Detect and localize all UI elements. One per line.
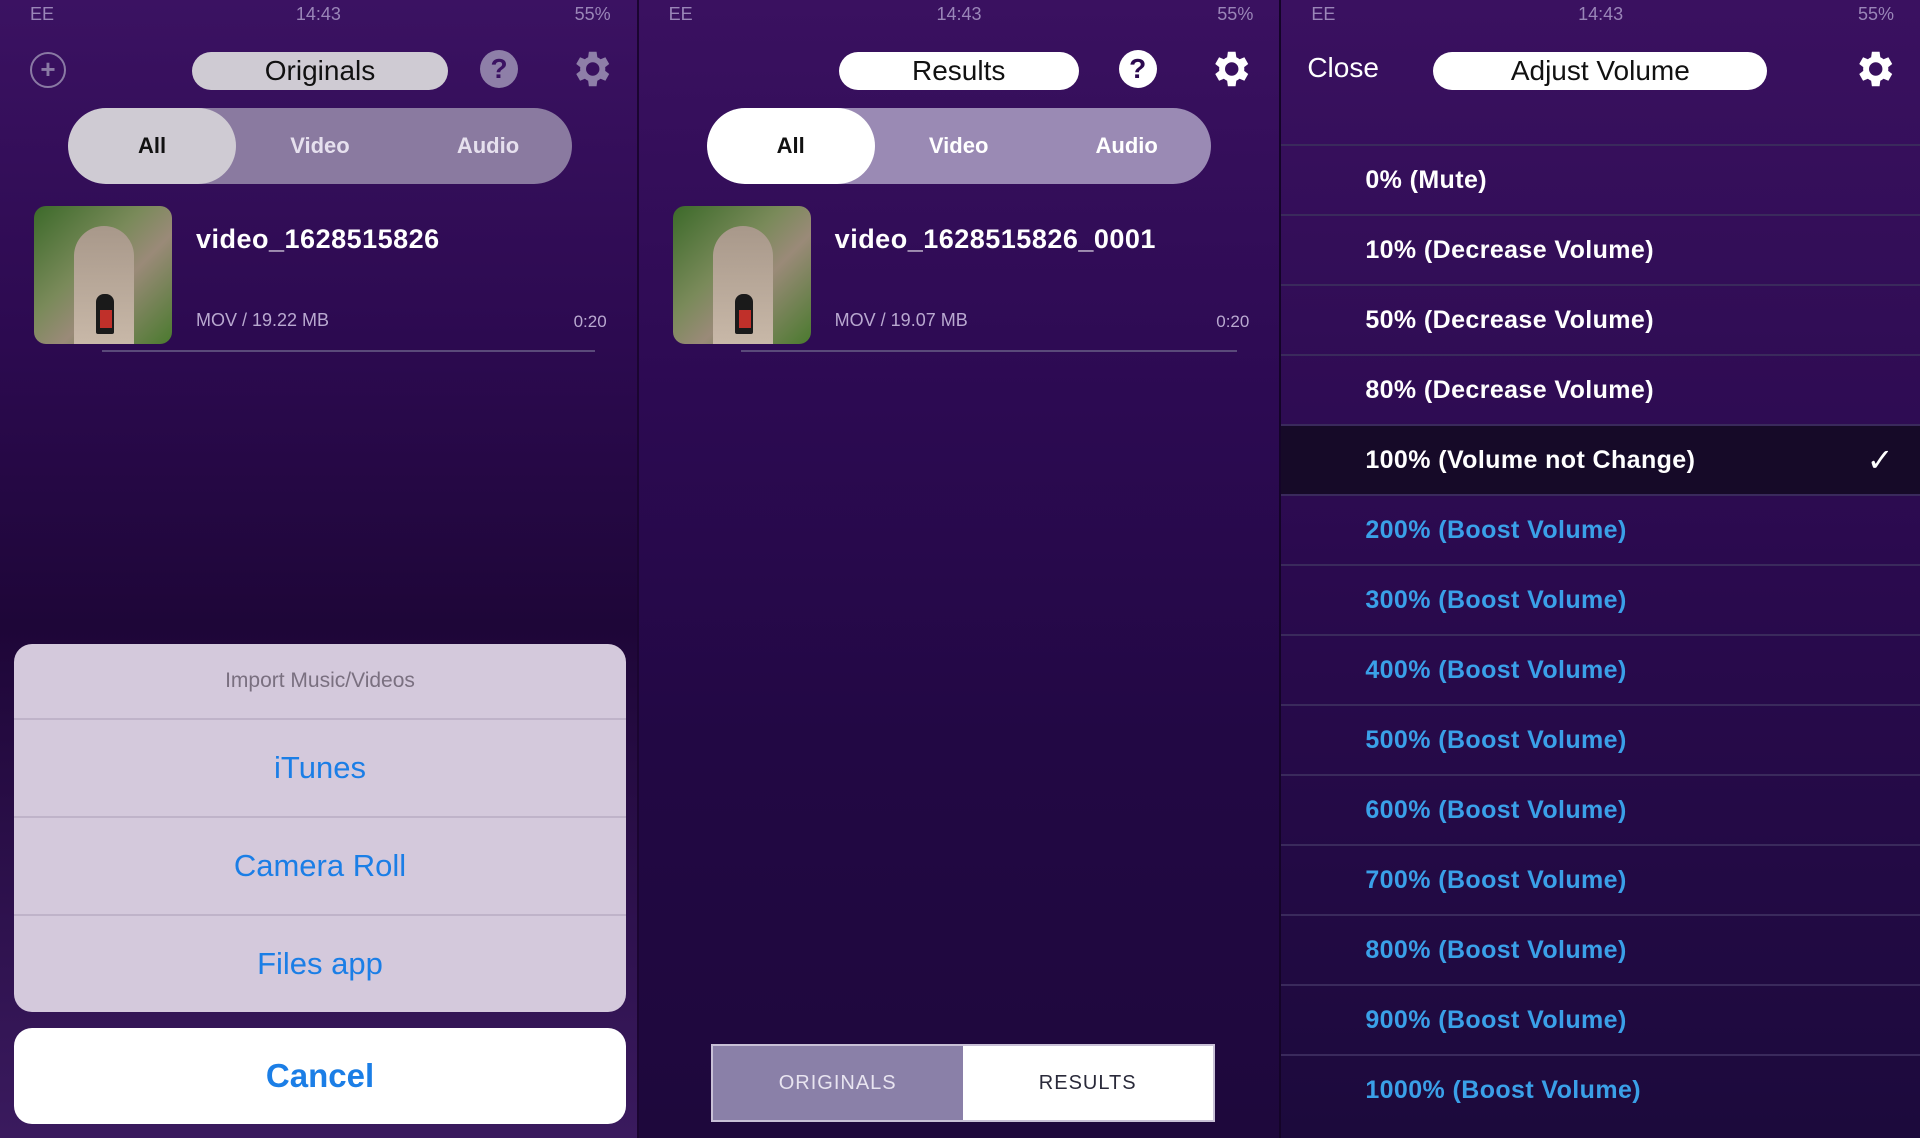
video-thumbnail — [672, 206, 811, 344]
volume-option[interactable]: 400% (Boost Volume) — [1281, 634, 1920, 704]
page-title: Originals — [192, 52, 448, 90]
volume-option-label: 700% (Boost Volume) — [1365, 866, 1627, 894]
volume-option-label: 500% (Boost Volume) — [1365, 726, 1627, 754]
segment-audio[interactable]: Audio — [1043, 108, 1211, 184]
question-circle-icon[interactable]: ? — [1118, 50, 1157, 88]
bottom-tab-bar: ORIGINALS RESULTS — [710, 1044, 1215, 1122]
gear-icon[interactable] — [1207, 46, 1253, 92]
media-meta: MOV / 19.22 MB — [196, 310, 330, 330]
camera-roll-option[interactable]: Camera Roll — [14, 818, 626, 916]
media-type-segmented-control: All Video Audio — [706, 108, 1211, 184]
volume-option-label: 100% (Volume not Change) — [1365, 446, 1696, 474]
segment-video[interactable]: Video — [875, 108, 1043, 184]
volume-option-label: 300% (Boost Volume) — [1365, 586, 1627, 614]
media-name: video_1628515826 — [196, 224, 440, 254]
media-type-segmented-control: All Video Audio — [68, 108, 572, 184]
volume-options-list: 0% (Mute) 10% (Decrease Volume) 50% (Decre… — [1281, 144, 1920, 1124]
volume-option-label: 80% (Decrease Volume) — [1365, 376, 1654, 404]
volume-option[interactable]: 100% (Volume not Change) ✓ — [1281, 424, 1920, 494]
media-meta: MOV / 19.07 MB — [834, 310, 968, 330]
battery-label: 55% — [1857, 4, 1894, 24]
status-bar: EE 14:43 55% — [0, 0, 637, 30]
volume-option-label: 0% (Mute) — [1365, 166, 1487, 194]
volume-option[interactable]: 900% (Boost Volume) — [1281, 984, 1920, 1054]
segment-all[interactable]: All — [68, 108, 236, 184]
gear-icon[interactable] — [1851, 46, 1897, 92]
volume-option[interactable]: 700% (Boost Volume) — [1281, 844, 1920, 914]
adjust-volume-screen: EE 14:43 55% Close Adjust Volume 0% (Mut… — [1279, 0, 1920, 1138]
question-circle-icon[interactable]: ? — [480, 50, 518, 88]
screenshot-collage: EE 14:43 55% + Originals ? All Video Aud… — [0, 0, 1920, 1138]
volume-option[interactable]: 10% (Decrease Volume) — [1281, 214, 1920, 284]
clock: 14:43 — [936, 4, 982, 24]
results-screen: EE 14:43 55% Results ? All Video Audio v… — [636, 0, 1280, 1138]
media-duration: 0:20 — [1216, 312, 1250, 331]
battery-label: 55% — [574, 4, 611, 24]
segment-all[interactable]: All — [706, 108, 875, 184]
checkmark-icon: ✓ — [1866, 442, 1894, 478]
media-name: video_1628515826_0001 — [834, 224, 1156, 254]
files-app-option[interactable]: Files app — [14, 916, 626, 1012]
segment-video[interactable]: Video — [236, 108, 404, 184]
volume-option[interactable]: 300% (Boost Volume) — [1281, 564, 1920, 634]
originals-screen: EE 14:43 55% + Originals ? All Video Aud… — [0, 0, 637, 1138]
media-list-item[interactable]: video_1628515826_0001 MOV / 19.07 MB 0:2… — [671, 204, 1250, 352]
clock: 14:43 — [1578, 4, 1624, 24]
tab-originals[interactable]: ORIGINALS — [712, 1046, 963, 1120]
volume-option[interactable]: 1000% (Boost Volume) — [1281, 1054, 1920, 1124]
tab-results[interactable]: RESULTS — [962, 1046, 1213, 1120]
divider — [102, 350, 595, 352]
volume-option[interactable]: 80% (Decrease Volume) — [1281, 354, 1920, 424]
clock: 14:43 — [295, 4, 341, 24]
volume-option[interactable]: 50% (Decrease Volume) — [1281, 284, 1920, 354]
cancel-button[interactable]: Cancel — [14, 1028, 626, 1124]
volume-option-label: 900% (Boost Volume) — [1365, 1006, 1627, 1034]
volume-option-label: 200% (Boost Volume) — [1365, 516, 1627, 544]
status-bar: EE 14:43 55% — [639, 0, 1280, 30]
volume-option-label: 50% (Decrease Volume) — [1365, 306, 1654, 334]
video-thumbnail — [34, 206, 172, 344]
volume-option[interactable]: 500% (Boost Volume) — [1281, 704, 1920, 774]
volume-option-label: 400% (Boost Volume) — [1365, 656, 1627, 684]
divider — [740, 350, 1238, 352]
segment-audio[interactable]: Audio — [404, 108, 572, 184]
itunes-option[interactable]: iTunes — [14, 720, 626, 818]
volume-option[interactable]: 200% (Boost Volume) — [1281, 494, 1920, 564]
status-bar: EE 14:43 55% — [1281, 0, 1920, 30]
media-list-item[interactable]: video_1628515826 MOV / 19.22 MB 0:20 — [32, 204, 607, 352]
plus-circle-icon[interactable]: + — [30, 52, 66, 88]
battery-label: 55% — [1217, 4, 1254, 24]
gear-icon[interactable] — [568, 46, 614, 92]
close-button[interactable]: Close — [1307, 52, 1379, 84]
volume-option-label: 800% (Boost Volume) — [1365, 936, 1627, 964]
import-action-sheet: Import Music/Videos iTunes Camera Roll F… — [14, 644, 626, 1012]
volume-option[interactable]: 800% (Boost Volume) — [1281, 914, 1920, 984]
action-sheet-title: Import Music/Videos — [14, 644, 626, 720]
volume-option[interactable]: 600% (Boost Volume) — [1281, 774, 1920, 844]
volume-option-label: 1000% (Boost Volume) — [1365, 1076, 1641, 1104]
page-title: Results — [838, 52, 1079, 90]
media-duration: 0:20 — [573, 312, 607, 331]
volume-option[interactable]: 0% (Mute) — [1281, 144, 1920, 214]
volume-option-label: 600% (Boost Volume) — [1365, 796, 1627, 824]
volume-option-label: 10% (Decrease Volume) — [1365, 236, 1654, 264]
page-title: Adjust Volume — [1433, 52, 1768, 90]
